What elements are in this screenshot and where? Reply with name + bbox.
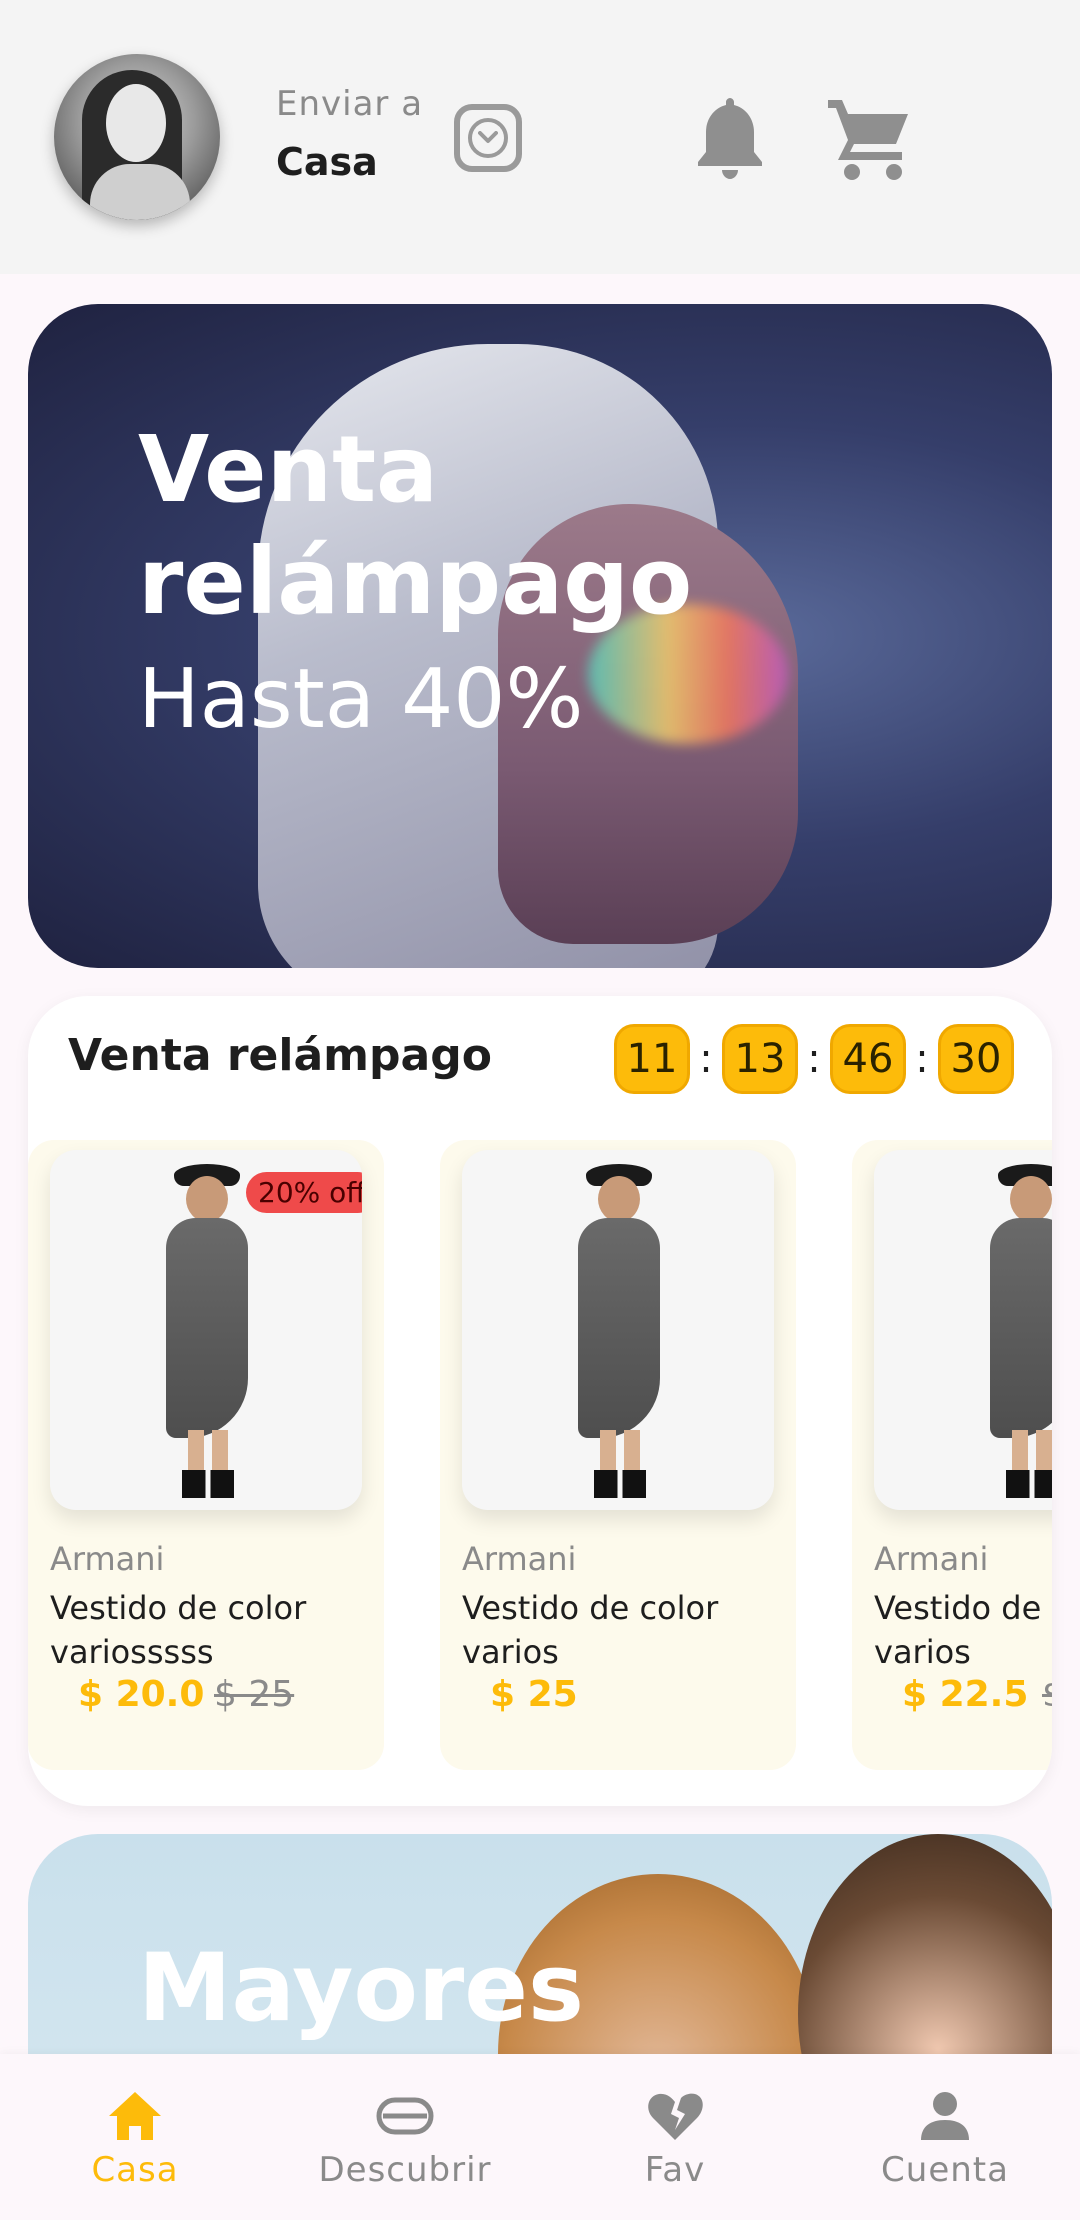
product-old-price: $ [1042,1674,1052,1715]
nav-item-fav[interactable]: Fav [540,2054,810,2220]
nav-label: Cuenta [881,2150,1009,2190]
product-image-head [598,1176,640,1222]
product-name: Vestido de c varios [874,1589,1052,1671]
nav-label: Descubrir [318,2150,492,2190]
avatar-face [106,84,166,162]
product-image-head [1010,1176,1052,1222]
countdown-timer: 11 : 13 : 46 : 30 [614,1024,1014,1094]
product-card[interactable]: 20% off Armani Vestido de color variosss… [28,1140,384,1770]
timer-separator: : [699,1036,713,1082]
timer-separator: : [807,1036,821,1082]
product-price: $ 22.5 [902,1674,1029,1715]
nav-label: Casa [91,2150,179,2190]
product-carousel[interactable]: 20% off Armani Vestido de color variosss… [28,1140,1052,1780]
nav-item-casa[interactable]: Casa [0,2054,270,2220]
bell-icon[interactable] [690,92,770,182]
product-image: 10 [874,1150,1052,1510]
avatar-body [90,164,190,220]
product-image-head [186,1176,228,1222]
product-price: $ 25 [490,1674,578,1715]
ship-to-value[interactable]: Casa [276,140,378,184]
product-price: $ 20.0 [78,1674,205,1715]
timer-minutes: 13 [722,1024,798,1094]
product-image-boots [182,1470,234,1498]
product-brand: Armani [462,1540,577,1578]
flash-sale-section: Venta relámpago 11 : 13 : 46 : 30 20% of… [28,996,1052,1806]
bottom-nav: Casa Descubrir Fav Cuenta [0,2054,1080,2220]
banner-title: Venta relámpago [138,416,693,635]
timer-seconds: 46 [830,1024,906,1094]
discover-icon [375,2088,435,2144]
product-image-boots [594,1470,646,1498]
product-brand: Armani [50,1540,165,1578]
avatar[interactable] [54,54,220,220]
heart-broken-icon [645,2088,705,2144]
flash-sale-banner[interactable]: Venta relámpago Hasta 40% [28,304,1052,968]
product-image-boots [1006,1470,1052,1498]
home-icon [105,2088,165,2144]
product-image: 20% off [50,1150,362,1510]
category-banner-title: Mayores [138,1934,584,2043]
timer-hours: 11 [614,1024,690,1094]
section-title: Venta relámpago [68,1030,492,1081]
product-card[interactable]: 10 Armani Vestido de c varios $ 22.5 $ [852,1140,1052,1770]
timer-separator: : [915,1036,929,1082]
product-name: Vestido de color variosssss [50,1589,307,1671]
nav-item-descubrir[interactable]: Descubrir [270,2054,540,2220]
app-header: Enviar a Casa [0,0,1080,274]
product-image [462,1150,774,1510]
product-image-dress [578,1218,660,1438]
product-card[interactable]: Armani Vestido de color varios $ 25 [440,1140,796,1770]
product-brand: Armani [874,1540,989,1578]
nav-item-cuenta[interactable]: Cuenta [810,2054,1080,2220]
nav-label: Fav [644,2150,706,2190]
cart-icon[interactable] [824,92,908,182]
timer-centiseconds: 30 [938,1024,1014,1094]
chevron-down-icon [468,118,508,158]
product-old-price: $ 25 [214,1674,295,1715]
user-icon [915,2088,975,2144]
ship-to-label: Enviar a [276,84,424,124]
product-image-dress [166,1218,248,1438]
discount-badge: 20% off [246,1172,362,1213]
product-image-dress [990,1218,1052,1438]
product-name: Vestido de color varios [462,1589,719,1671]
ship-to-dropdown-button[interactable] [454,104,522,172]
banner-subtitle: Hasta 40% [138,652,584,747]
